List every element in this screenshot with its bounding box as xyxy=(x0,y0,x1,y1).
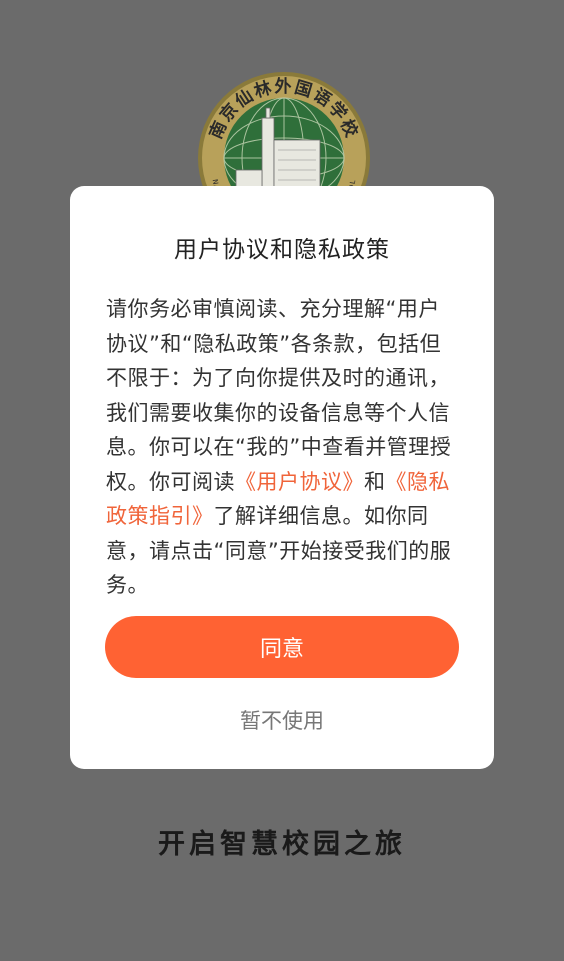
body-text-part1: 请你务必审慎阅读、充分理解“用户协议”和“隐私政策”各条款，包括但不限于：为了向… xyxy=(106,297,452,494)
privacy-consent-dialog: 用户协议和隐私政策 请你务必审慎阅读、充分理解“用户协议”和“隐私政策”各条款，… xyxy=(70,186,494,769)
decline-button[interactable]: 暂不使用 xyxy=(105,698,459,742)
user-agreement-link[interactable]: 《用户协议》 xyxy=(235,470,364,494)
slogan-text: 开启智慧校园之旅 xyxy=(158,829,406,860)
agree-button[interactable]: 同意 xyxy=(105,616,459,678)
dialog-body-text: 请你务必审慎阅读、充分理解“用户协议”和“隐私政策”各条款，包括但不限于：为了向… xyxy=(106,292,458,603)
body-text-and: 和 xyxy=(364,469,386,494)
dialog-title: 用户协议和隐私政策 xyxy=(174,237,390,263)
